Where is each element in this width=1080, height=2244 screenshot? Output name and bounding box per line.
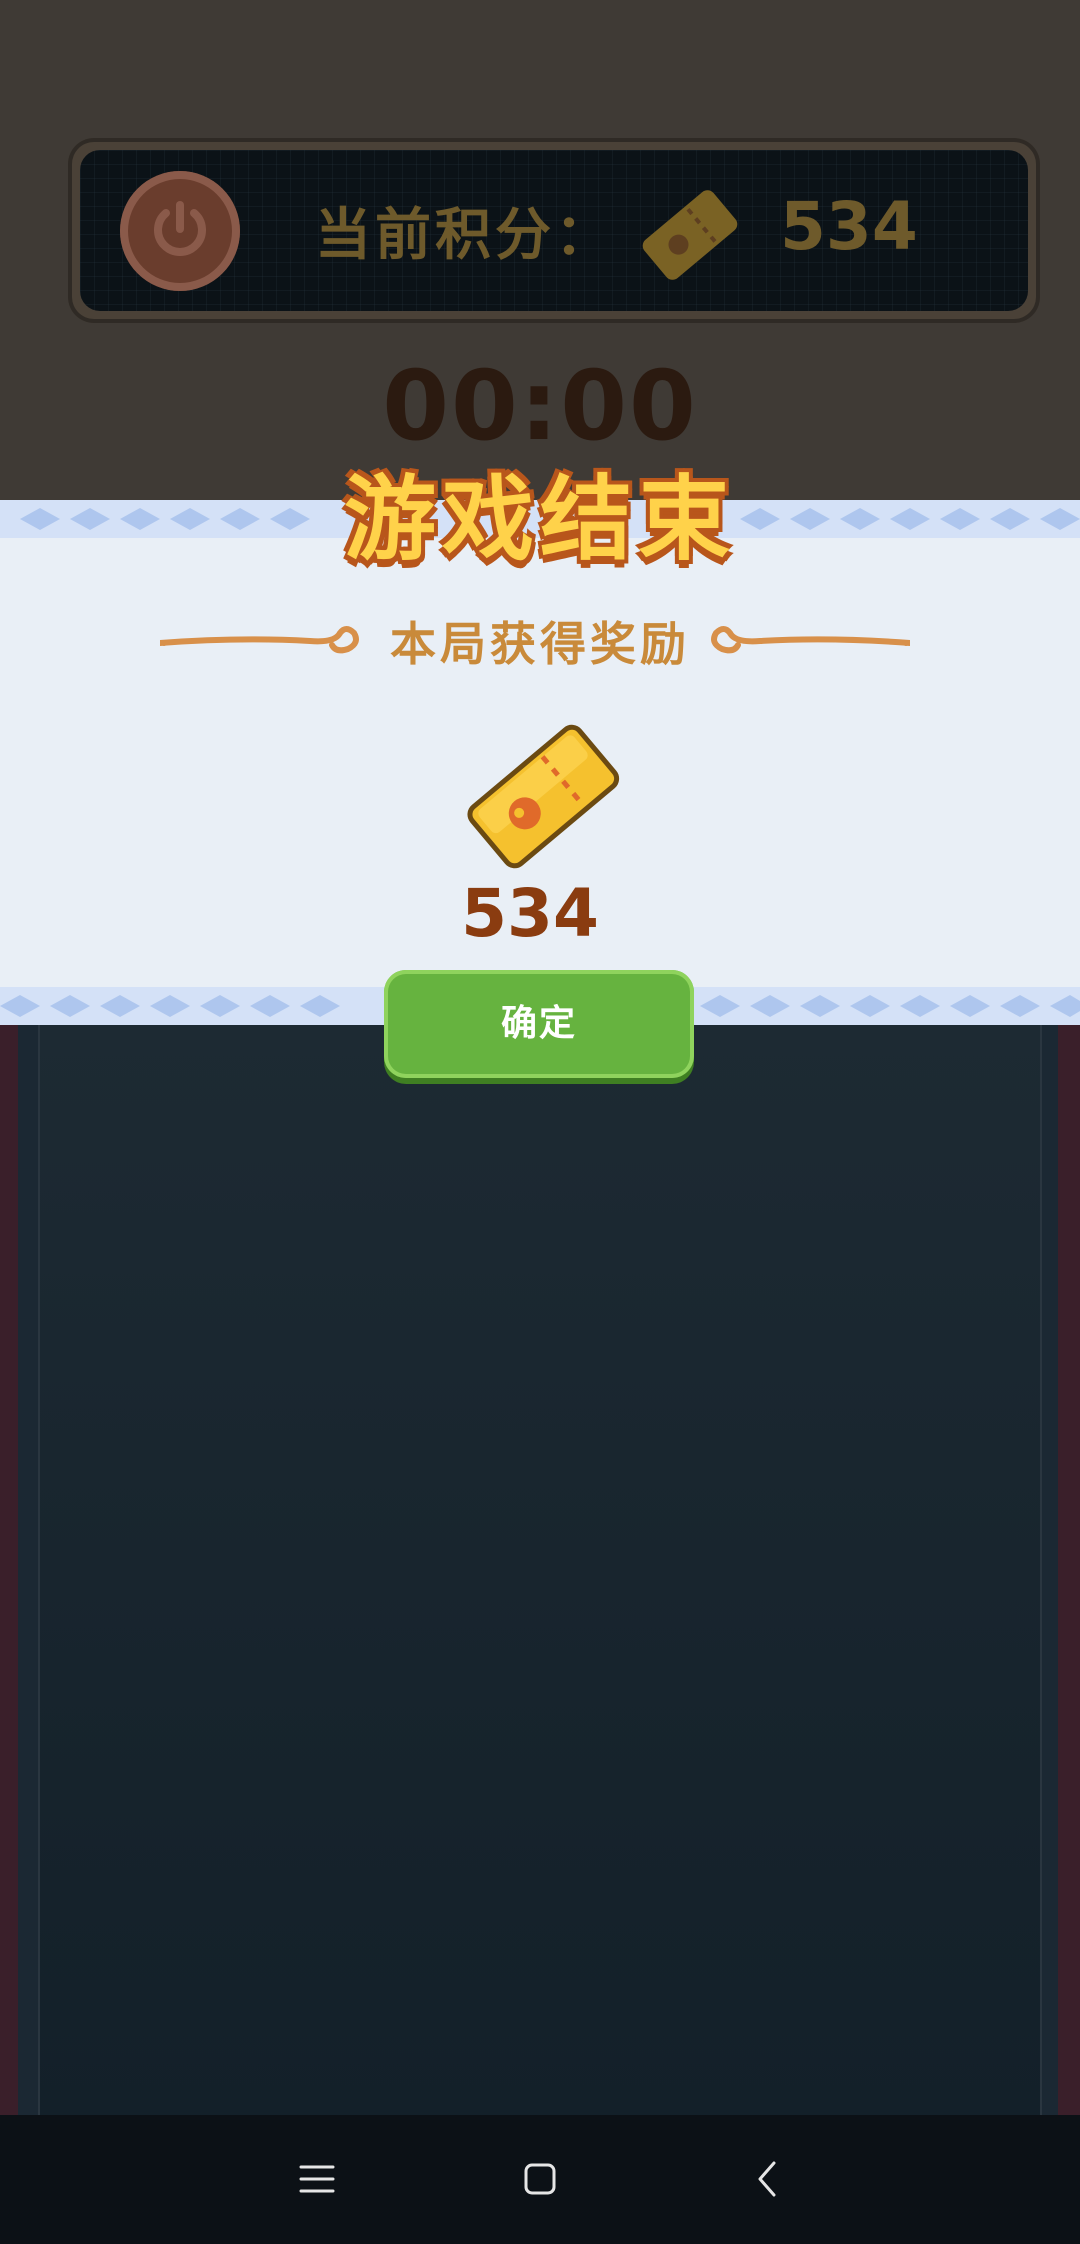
ticket-icon bbox=[467, 724, 620, 869]
decorative-swirl-right-icon bbox=[711, 626, 910, 654]
menu-icon[interactable] bbox=[297, 2159, 337, 2199]
score-value: 534 bbox=[780, 188, 918, 265]
back-icon[interactable] bbox=[748, 2159, 788, 2199]
game-board-area bbox=[0, 1025, 1080, 2115]
score-label: 当前积分： bbox=[315, 203, 615, 268]
home-icon[interactable] bbox=[520, 2159, 560, 2199]
power-button[interactable] bbox=[120, 171, 240, 291]
game-over-title: 游戏结束 bbox=[343, 466, 736, 573]
reward-title: 本局获得奖励 bbox=[390, 617, 690, 671]
game-header-area: 当前积分： 534 00:00 bbox=[0, 0, 1080, 500]
power-icon bbox=[154, 201, 206, 256]
system-nav-bar bbox=[0, 2115, 1080, 2244]
game-board-panel bbox=[38, 1025, 1042, 2115]
reward-header: 本局获得奖励 bbox=[0, 608, 1080, 671]
confirm-button[interactable]: 确定 bbox=[384, 970, 694, 1078]
reward-amount: 534 bbox=[461, 875, 599, 952]
score-bar-inner: 当前积分： 534 bbox=[80, 150, 1028, 311]
score-bar: 当前积分： 534 bbox=[68, 138, 1040, 323]
ticket-icon bbox=[642, 190, 738, 280]
